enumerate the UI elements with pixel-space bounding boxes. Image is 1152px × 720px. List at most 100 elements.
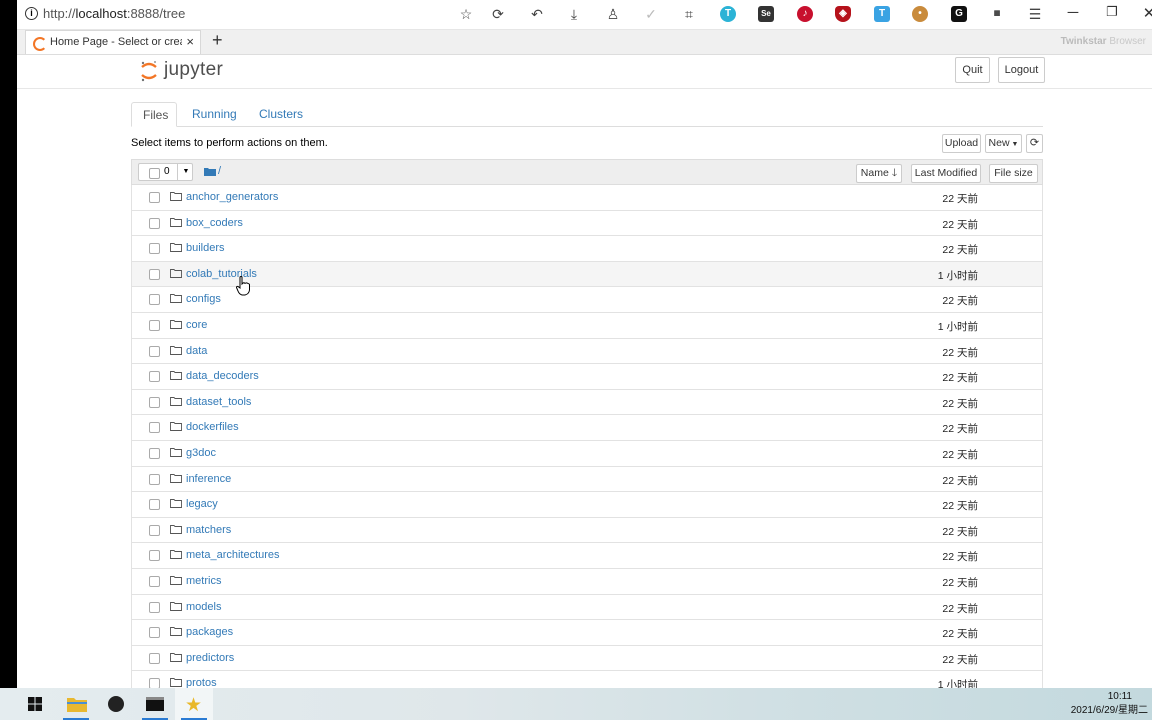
close-window-icon[interactable]: ✕ [1139, 4, 1152, 22]
row-checkbox[interactable] [149, 601, 160, 613]
refresh-list-button[interactable]: ⟳ [1026, 134, 1043, 153]
sort-name-button[interactable]: Name 🡓 [856, 164, 902, 183]
file-row[interactable]: configs 22 天前 [131, 287, 1043, 313]
file-name-link[interactable]: core [186, 319, 207, 331]
row-checkbox[interactable] [149, 627, 160, 639]
file-row[interactable]: dataset_tools 22 天前 [131, 389, 1043, 416]
tab-clusters[interactable]: Clusters [248, 102, 314, 127]
row-checkbox[interactable] [149, 345, 160, 357]
file-name-link[interactable]: meta_architectures [186, 549, 280, 561]
terminal-taskbar[interactable] [136, 688, 174, 720]
select-all-control[interactable]: 0 ▼ [138, 163, 193, 181]
t-ext-icon[interactable]: T [874, 6, 890, 22]
row-checkbox[interactable] [149, 575, 160, 587]
file-row[interactable]: data 22 天前 [131, 338, 1043, 365]
qr-ext-icon[interactable]: ▦ [989, 6, 1005, 22]
file-row[interactable]: box_coders 22 天前 [131, 210, 1043, 237]
file-row[interactable]: colab_tutorials 1 小时前 [131, 261, 1043, 288]
row-checkbox[interactable] [149, 319, 160, 331]
quit-button[interactable]: Quit [955, 57, 990, 83]
upload-button[interactable]: Upload [942, 134, 981, 153]
file-name-link[interactable]: predictors [186, 652, 234, 664]
menu-icon[interactable]: ☰ [1027, 6, 1043, 22]
file-row[interactable]: data_decoders 22 天前 [131, 364, 1043, 390]
file-name-link[interactable]: metrics [186, 575, 221, 587]
row-checkbox[interactable] [149, 524, 160, 536]
selenium-ext-icon[interactable]: Se [758, 6, 774, 22]
file-name-link[interactable]: g3doc [186, 447, 216, 459]
tab-close-icon[interactable]: × [186, 34, 194, 49]
row-checkbox[interactable] [149, 371, 160, 383]
gmail-ext-icon[interactable]: G [951, 6, 967, 22]
row-checkbox[interactable] [149, 396, 160, 408]
file-name-link[interactable]: anchor_generators [186, 191, 278, 203]
file-name-link[interactable]: builders [186, 242, 225, 254]
row-checkbox[interactable] [149, 678, 160, 688]
browser-tab[interactable]: Home Page - Select or create a notebook … [25, 30, 201, 54]
file-name-link[interactable]: dataset_tools [186, 396, 251, 408]
star-icon[interactable]: ☆ [458, 6, 474, 22]
breadcrumb-root[interactable]: / [218, 165, 221, 177]
shield-ext-icon[interactable]: ◈ [835, 6, 851, 22]
row-checkbox[interactable] [149, 473, 160, 485]
row-checkbox[interactable] [149, 550, 160, 562]
refresh-icon[interactable]: ⟳ [490, 6, 506, 22]
file-row[interactable]: core 1 小时前 [131, 312, 1043, 339]
row-checkbox[interactable] [149, 499, 160, 511]
minimize-icon[interactable]: ─ [1063, 4, 1083, 21]
url-field[interactable]: http://localhost:8888/tree [43, 6, 185, 21]
file-row[interactable]: packages 22 天前 [131, 620, 1043, 646]
select-dropdown-icon[interactable]: ▼ [177, 164, 194, 180]
file-row[interactable]: builders 22 天前 [131, 236, 1043, 262]
file-name-link[interactable]: matchers [186, 524, 231, 536]
file-row[interactable]: protos 1 小时前 [131, 671, 1043, 688]
logout-button[interactable]: Logout [998, 57, 1045, 83]
tab-files[interactable]: Files [131, 102, 177, 127]
file-name-link[interactable]: packages [186, 626, 233, 638]
folder-home-icon[interactable] [204, 167, 216, 176]
file-name-link[interactable]: data_decoders [186, 370, 259, 382]
row-checkbox[interactable] [149, 268, 160, 280]
crop-icon[interactable]: ⌗ [681, 6, 697, 22]
system-clock[interactable]: 10:11 2021/6/29/星期二 [1071, 690, 1148, 718]
download-icon[interactable]: ⤓ [566, 6, 582, 22]
row-checkbox[interactable] [149, 422, 160, 434]
file-name-link[interactable]: dockerfiles [186, 421, 239, 433]
new-dropdown-button[interactable]: New ▼ [985, 134, 1022, 153]
file-name-link[interactable]: configs [186, 293, 221, 305]
account-icon[interactable]: ♙ [605, 6, 621, 22]
file-explorer-taskbar[interactable] [57, 688, 95, 720]
file-name-link[interactable]: data [186, 345, 207, 357]
file-row[interactable]: meta_architectures 22 天前 [131, 543, 1043, 569]
row-checkbox[interactable] [149, 652, 160, 664]
file-row[interactable]: matchers 22 天前 [131, 517, 1043, 544]
file-row[interactable]: g3doc 22 天前 [131, 440, 1043, 467]
row-checkbox[interactable] [149, 294, 160, 306]
check-icon[interactable]: ✓ [643, 6, 659, 22]
undo-icon[interactable]: ↶ [529, 6, 545, 22]
file-row[interactable]: metrics 22 天前 [131, 568, 1043, 595]
last-modified-button[interactable]: Last Modified [911, 164, 981, 183]
file-row[interactable]: legacy 22 天前 [131, 492, 1043, 518]
select-all-checkbox[interactable] [149, 168, 160, 179]
file-row[interactable]: dockerfiles 22 天前 [131, 415, 1043, 441]
file-row[interactable]: anchor_generators 22 天前 [131, 185, 1043, 211]
file-size-button[interactable]: File size [989, 164, 1038, 183]
obs-taskbar[interactable] [97, 688, 135, 720]
restore-icon[interactable]: ❐ [1102, 4, 1122, 20]
translate-ext-icon[interactable]: T [720, 6, 736, 22]
file-row[interactable]: predictors 22 天前 [131, 645, 1043, 672]
cookie-ext-icon[interactable]: • [912, 6, 928, 22]
file-name-link[interactable]: box_coders [186, 217, 243, 229]
file-row[interactable]: models 22 天前 [131, 594, 1043, 621]
red-ext-icon[interactable]: ♪ [797, 6, 813, 22]
file-name-link[interactable]: legacy [186, 498, 218, 510]
new-tab-button[interactable]: + [212, 30, 223, 51]
browser-taskbar[interactable]: ★ [175, 688, 213, 720]
row-checkbox[interactable] [149, 447, 160, 459]
row-checkbox[interactable] [149, 192, 160, 203]
file-name-link[interactable]: inference [186, 473, 231, 485]
row-checkbox[interactable] [149, 243, 160, 255]
row-checkbox[interactable] [149, 217, 160, 229]
site-info-icon[interactable]: i [25, 7, 38, 20]
